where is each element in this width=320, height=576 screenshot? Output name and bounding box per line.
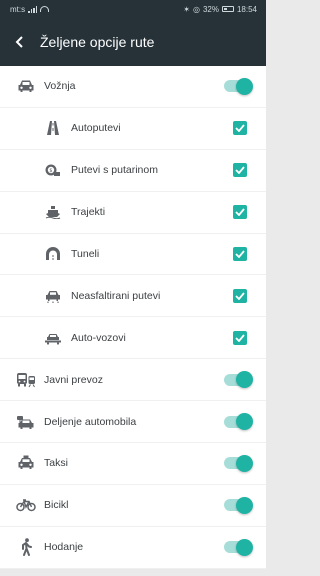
- option-label: Neasfaltirani putevi: [71, 289, 161, 302]
- taxi-icon: [15, 452, 37, 474]
- toggle-knob: [236, 454, 253, 472]
- public-transport-icon: [15, 369, 37, 391]
- bluetooth-icon: ✶: [183, 4, 190, 14]
- toll-roads-checkbox[interactable]: [233, 163, 247, 178]
- tunnels-checkbox[interactable]: [233, 247, 247, 261]
- option-row-car-sharing[interactable]: Deljenje automobila: [0, 401, 266, 444]
- checkmark-icon: [235, 250, 245, 258]
- battery-percent: 32%: [202, 4, 219, 14]
- route-options-list: Vožnja Autoputevi $ Putevi s putarinom T…: [0, 66, 266, 569]
- option-label: Auto-vozovi: [71, 331, 126, 344]
- option-label: Bicikl: [44, 499, 69, 512]
- option-label: Trajekti: [71, 206, 106, 219]
- taxi-toggle[interactable]: [224, 454, 253, 472]
- battery-icon: [221, 6, 234, 12]
- highways-checkbox[interactable]: [233, 121, 247, 136]
- toggle-knob: [236, 77, 253, 95]
- back-arrow-icon: [15, 36, 23, 48]
- option-label: Vožnja: [44, 80, 76, 93]
- unpaved-road-icon: [42, 285, 64, 307]
- option-label: Deljenje automobila: [44, 415, 137, 428]
- option-row-taxi[interactable]: Taksi: [0, 443, 266, 485]
- option-row-car-trains[interactable]: Auto-vozovi: [0, 317, 266, 360]
- option-row-tunnels[interactable]: Tuneli: [0, 233, 266, 276]
- option-row-bicycle[interactable]: Bicikl: [0, 484, 266, 527]
- back-button[interactable]: [0, 18, 40, 66]
- option-row-highways[interactable]: Autoputevi: [0, 107, 266, 150]
- page-title: Željene opcije rute: [40, 34, 155, 50]
- car-sharing-icon: [15, 411, 37, 433]
- option-label: Autoputevi: [71, 122, 121, 135]
- driving-toggle[interactable]: [224, 77, 253, 95]
- checkmark-icon: [235, 334, 245, 342]
- ferry-icon: [42, 201, 64, 223]
- tunnel-icon: [42, 243, 64, 265]
- clock: 18:54: [236, 4, 257, 14]
- option-label: Hodanje: [44, 541, 84, 554]
- option-row-ferries[interactable]: Trajekti: [0, 191, 266, 234]
- option-row-toll-roads[interactable]: $ Putevi s putarinom: [0, 149, 266, 192]
- status-bar: mt:s ✶ ◎ 32% 18:54: [0, 0, 266, 18]
- toggle-knob: [236, 496, 253, 514]
- option-row-walking[interactable]: Hodanje: [0, 526, 266, 569]
- bicycle-icon: [15, 494, 37, 516]
- checkmark-icon: [235, 124, 245, 133]
- toggle-knob: [236, 538, 253, 556]
- svg-text:$: $: [49, 168, 52, 174]
- option-row-driving[interactable]: Vožnja: [0, 66, 266, 108]
- signal-icon: [28, 5, 38, 13]
- car-train-icon: [42, 327, 64, 349]
- app-bar: Željene opcije rute: [0, 18, 266, 66]
- option-label: Taksi: [44, 457, 68, 470]
- option-label: Javni prevoz: [44, 373, 103, 386]
- ferries-checkbox[interactable]: [233, 205, 247, 220]
- car-trains-checkbox[interactable]: [233, 330, 247, 345]
- option-row-public-transport[interactable]: Javni prevoz: [0, 359, 266, 402]
- walking-toggle[interactable]: [224, 538, 253, 556]
- checkmark-icon: [235, 208, 245, 217]
- toggle-knob: [236, 371, 253, 389]
- wifi-icon: [40, 6, 50, 12]
- toggle-knob: [236, 413, 253, 431]
- option-label: Putevi s putarinom: [71, 164, 158, 177]
- carrier-label: mt:s: [10, 4, 26, 14]
- car-sharing-toggle[interactable]: [224, 413, 253, 431]
- option-row-unpaved-roads[interactable]: Neasfaltirani putevi: [0, 275, 266, 318]
- car-icon: [15, 75, 37, 97]
- walking-icon: [15, 536, 37, 558]
- checkmark-icon: [235, 292, 245, 300]
- toll-road-icon: $: [42, 159, 64, 181]
- location-icon: ◎: [192, 4, 200, 14]
- bicycle-toggle[interactable]: [224, 496, 253, 514]
- public-transport-toggle[interactable]: [224, 371, 253, 389]
- highway-icon: [42, 117, 64, 139]
- checkmark-icon: [235, 166, 245, 175]
- option-label: Tuneli: [71, 248, 100, 260]
- unpaved-roads-checkbox[interactable]: [233, 288, 247, 303]
